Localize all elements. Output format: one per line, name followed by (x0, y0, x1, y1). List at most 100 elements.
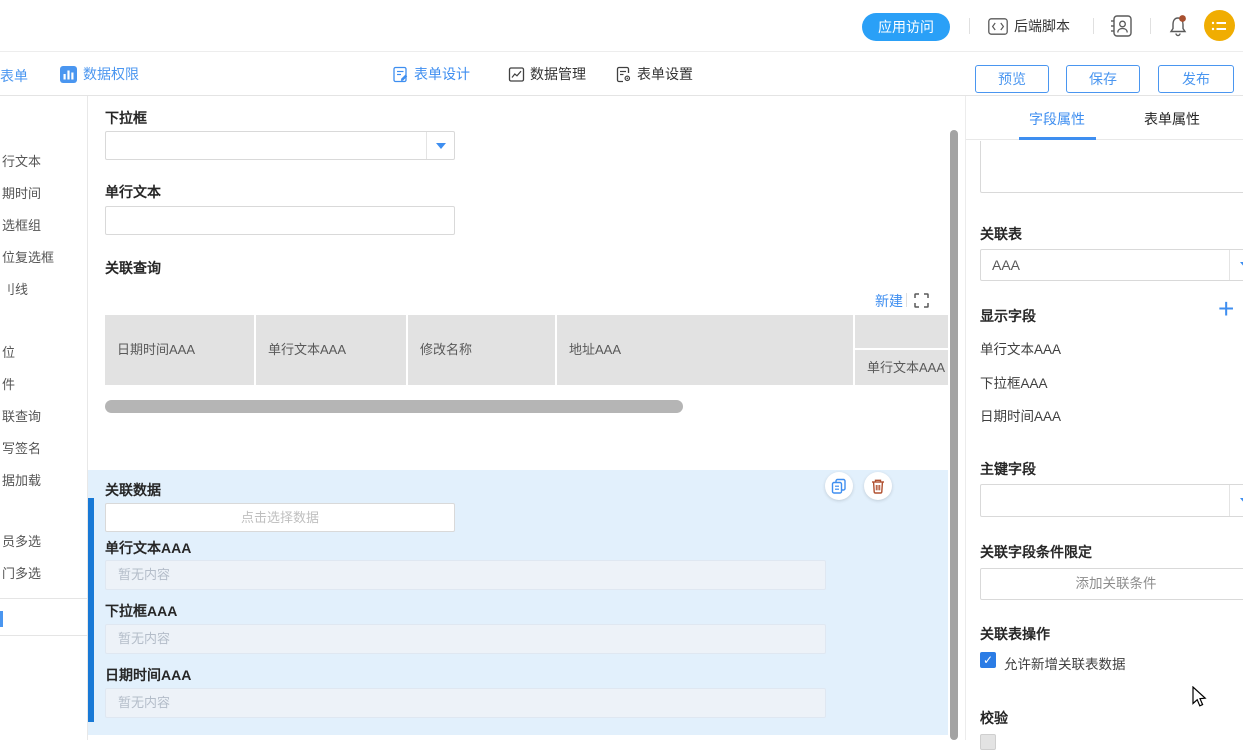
display-field-item[interactable]: 日期时间AAA (980, 405, 1061, 425)
sidebar-divider (0, 635, 88, 636)
table-column-stacked: 单行文本AAA (855, 350, 948, 385)
tab-form-properties[interactable]: 表单属性 (1144, 109, 1200, 129)
subfield-label: 日期时间AAA (105, 665, 191, 685)
display-fields-label: 显示字段 (980, 306, 1036, 326)
sidebar-item[interactable]: 联查询 (2, 406, 41, 425)
validation-checkbox-partial[interactable] (980, 734, 996, 750)
sidebar-item[interactable]: 行文本 (2, 151, 41, 170)
expand-icon[interactable] (914, 293, 929, 308)
primary-key-select[interactable] (980, 484, 1243, 517)
subfield-value: 暂无内容 (105, 624, 826, 654)
tab-label: 表单设计 (414, 64, 470, 84)
sidebar-item[interactable]: 件 (2, 374, 15, 393)
display-field-item[interactable]: 单行文本AAA (980, 338, 1061, 358)
divider (1150, 18, 1151, 34)
related-table-select[interactable]: AAA (980, 249, 1243, 281)
sidebar-item[interactable]: 位复选框 (2, 247, 54, 266)
sidebar-item[interactable]: 选框组 (2, 215, 41, 234)
copy-button[interactable] (825, 472, 853, 500)
related-data-label: 关联数据 (105, 480, 161, 500)
chevron-down-icon (436, 143, 446, 149)
toolbar: 表单 数据权限 表单设计 (0, 52, 1243, 96)
notification-bell-icon[interactable] (1168, 14, 1190, 38)
tab-data-management[interactable]: 数据管理 (508, 64, 586, 84)
validation-label: 校验 (980, 708, 1008, 728)
tab-field-properties[interactable]: 字段属性 (1029, 109, 1085, 129)
chevron-down-icon (1240, 498, 1243, 504)
tab-field-properties-underline (1019, 137, 1096, 140)
avatar[interactable] (1204, 10, 1235, 41)
app-access-button[interactable]: 应用访问 (862, 13, 950, 41)
document-gear-icon (615, 66, 632, 83)
new-record-link[interactable]: 新建 (875, 291, 903, 311)
table-ops-label: 关联表操作 (980, 624, 1050, 644)
backend-script-label: 后端脚本 (1014, 16, 1070, 36)
tab-label: 表单设置 (637, 64, 693, 84)
add-condition-button[interactable]: 添加关联条件 (980, 568, 1243, 600)
publish-button[interactable]: 发布 (1158, 65, 1234, 93)
document-edit-icon (392, 66, 409, 83)
selection-bar (88, 498, 94, 722)
subfield-value: 暂无内容 (105, 688, 826, 718)
tab-form-settings[interactable]: 表单设置 (615, 64, 693, 84)
dropdown-field-label: 下拉框 (105, 108, 147, 128)
divider (1093, 18, 1094, 34)
toolbar-item-data-permission[interactable]: 数据权限 (60, 64, 139, 84)
component-sidebar: 行文本 期时间 选框组 位复选框 刂线 位 件 联查询 写签名 据加载 员多选 … (0, 96, 88, 740)
code-icon (988, 18, 1008, 35)
sidebar-item[interactable]: 员多选 (2, 531, 41, 550)
sidebar-active-fragment[interactable] (0, 611, 3, 627)
contacts-icon[interactable] (1109, 14, 1134, 38)
scrolled-input-partial[interactable] (980, 141, 1243, 193)
select-arrow-section[interactable] (1229, 250, 1243, 280)
data-picker-input[interactable]: 点击选择数据 (105, 503, 455, 532)
chevron-down-icon (1240, 262, 1243, 268)
table-column-text: 单行文本AAA (256, 315, 406, 385)
related-table-value: AAA (992, 257, 1020, 273)
primary-key-label: 主键字段 (980, 459, 1036, 479)
related-data-section[interactable]: 关联数据 (88, 470, 948, 735)
related-table-label: 关联表 (980, 224, 1022, 244)
tab-form-design[interactable]: 表单设计 (392, 64, 470, 84)
properties-panel: 字段属性 表单属性 关联表 AAA 显示字段 + 单行文本AAA 下拉框AAA … (965, 96, 1243, 740)
related-query-label: 关联查询 (105, 258, 161, 278)
toolbar-item-form[interactable]: 表单 (0, 66, 28, 86)
sidebar-item[interactable]: 门多选 (2, 563, 41, 582)
table-horizontal-scrollbar[interactable] (105, 400, 683, 413)
sidebar-item[interactable]: 据加载 (2, 470, 41, 489)
backend-script-button[interactable]: 后端脚本 (988, 16, 1070, 36)
dropdown-arrow-section[interactable] (426, 132, 454, 159)
subfield-value: 暂无内容 (105, 560, 826, 590)
sidebar-item[interactable]: 刂线 (2, 279, 28, 298)
divider (906, 293, 907, 307)
allow-add-checkbox[interactable]: ✓ (980, 652, 996, 668)
select-arrow-section[interactable] (1229, 485, 1243, 516)
toolbar-item-label: 数据权限 (83, 64, 139, 84)
divider (969, 18, 970, 34)
text-field-input[interactable] (105, 206, 455, 235)
form-canvas: 下拉框 单行文本 关联查询 新建 日期时间AAA 单行文本AAA 修改名称 地址… (88, 96, 948, 740)
canvas-vertical-scrollbar[interactable] (950, 130, 958, 740)
list-icon (1211, 19, 1228, 33)
sidebar-item[interactable]: 期时间 (2, 183, 41, 202)
save-button[interactable]: 保存 (1066, 65, 1140, 93)
sidebar-item[interactable]: 写签名 (2, 438, 41, 457)
preview-button[interactable]: 预览 (975, 65, 1049, 93)
chart-square-icon (508, 66, 525, 83)
dropdown-field[interactable] (105, 131, 455, 160)
table-column-empty (855, 315, 948, 348)
subfield-label: 下拉框AAA (105, 601, 177, 621)
mouse-cursor (1192, 686, 1208, 708)
top-bar: 应用访问 后端脚本 (0, 0, 1243, 52)
sidebar-item[interactable]: 位 (2, 342, 15, 361)
delete-button[interactable] (864, 472, 892, 500)
text-field-label: 单行文本 (105, 182, 161, 202)
table-column-address: 地址AAA (557, 315, 853, 385)
trash-icon (870, 478, 886, 494)
sidebar-divider (0, 598, 88, 599)
display-field-item[interactable]: 下拉框AAA (980, 372, 1048, 392)
allow-add-checkbox-label[interactable]: 允许新增关联表数据 (1004, 653, 1126, 673)
tab-label: 数据管理 (530, 64, 586, 84)
table-column-datetime: 日期时间AAA (105, 315, 254, 385)
add-display-field-button[interactable]: + (1218, 295, 1234, 323)
